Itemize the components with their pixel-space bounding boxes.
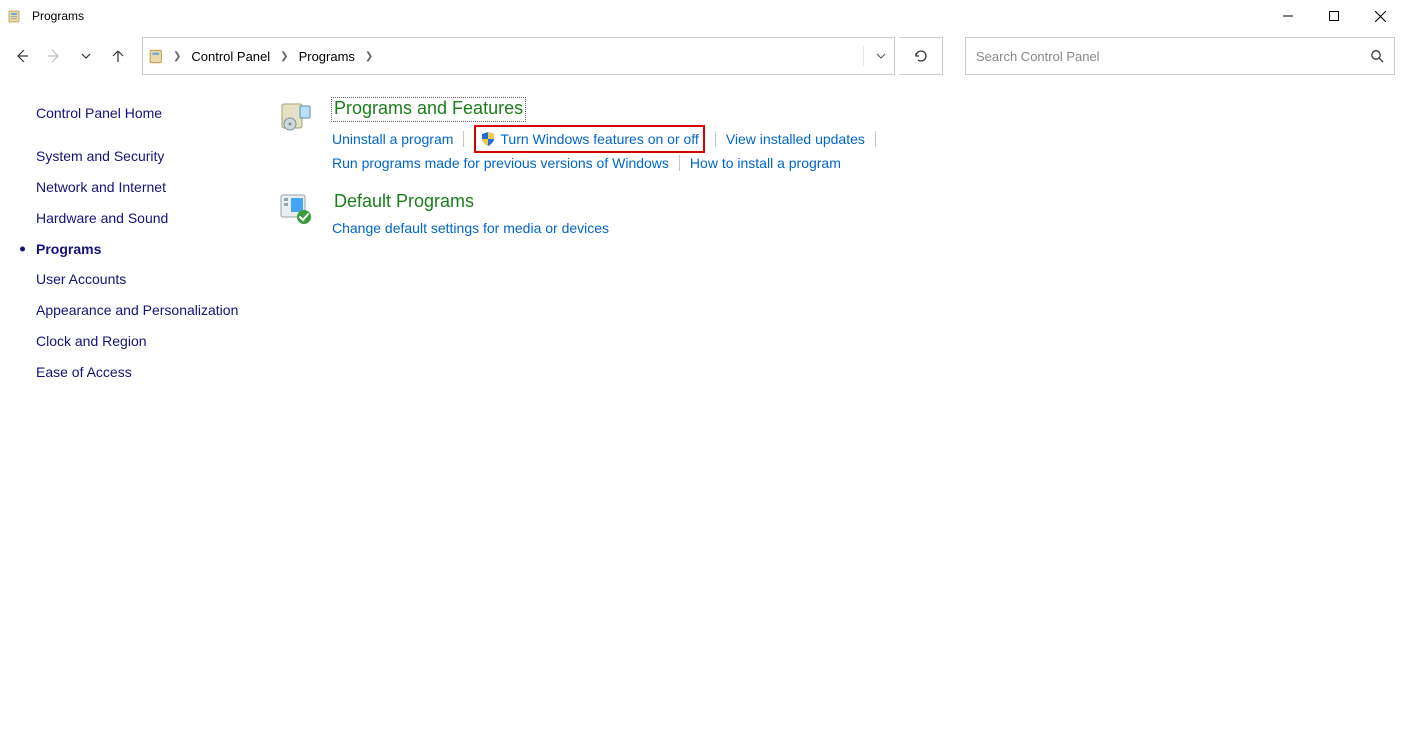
link-change-default-settings[interactable]: Change default settings for media or dev… <box>332 218 609 238</box>
separator <box>463 131 464 147</box>
close-button[interactable] <box>1357 0 1403 32</box>
separator <box>715 131 716 147</box>
refresh-button[interactable] <box>899 37 943 75</box>
link-turn-windows-features[interactable]: Turn Windows features on or off <box>500 129 698 149</box>
breadcrumb: ❯ Control Panel ❯ Programs ❯ <box>149 47 375 66</box>
highlight-turn-features: Turn Windows features on or off <box>474 125 704 153</box>
sidebar-item-clock-region[interactable]: Clock and Region <box>36 326 252 357</box>
search-icon[interactable] <box>1370 49 1384 63</box>
programs-features-icon <box>278 98 314 134</box>
main-content: Programs and Features Uninstall a progra… <box>260 98 1403 388</box>
chevron-right-icon[interactable]: ❯ <box>278 51 290 62</box>
minimize-button[interactable] <box>1265 0 1311 32</box>
sidebar-item-programs[interactable]: Programs <box>36 234 252 265</box>
address-bar[interactable]: ❯ Control Panel ❯ Programs ❯ <box>142 37 895 75</box>
search-box[interactable] <box>965 37 1395 75</box>
search-input[interactable] <box>976 49 1384 64</box>
heading-default-programs[interactable]: Default Programs <box>332 191 476 214</box>
window-controls <box>1265 0 1403 32</box>
heading-programs-features[interactable]: Programs and Features <box>332 98 525 121</box>
recent-locations-button[interactable] <box>72 42 100 70</box>
chevron-right-icon[interactable]: ❯ <box>171 51 183 62</box>
sidebar-item-appearance-personalization[interactable]: Appearance and Personalization <box>36 295 252 326</box>
link-how-to-install[interactable]: How to install a program <box>690 153 841 173</box>
maximize-button[interactable] <box>1311 0 1357 32</box>
separator <box>875 131 876 147</box>
body: Control Panel Home System and Security N… <box>0 80 1403 388</box>
section-programs-features: Programs and Features Uninstall a progra… <box>278 98 1383 173</box>
forward-button[interactable] <box>40 42 68 70</box>
link-uninstall-program[interactable]: Uninstall a program <box>332 129 453 149</box>
section-default-programs: Default Programs Change default settings… <box>278 191 1383 238</box>
link-view-installed-updates[interactable]: View installed updates <box>726 129 865 149</box>
default-programs-icon <box>278 191 314 227</box>
sidebar-item-system-security[interactable]: System and Security <box>36 141 252 172</box>
title-bar: Programs <box>0 0 1403 32</box>
link-run-previous-versions[interactable]: Run programs made for previous versions … <box>332 153 669 173</box>
sidebar-item-hardware-sound[interactable]: Hardware and Sound <box>36 203 252 234</box>
back-button[interactable] <box>8 42 36 70</box>
up-button[interactable] <box>104 42 132 70</box>
sidebar-home[interactable]: Control Panel Home <box>36 98 252 129</box>
breadcrumb-control-panel[interactable]: Control Panel <box>187 47 274 66</box>
address-dropdown-icon[interactable] <box>863 46 886 66</box>
shield-icon <box>480 131 496 147</box>
separator <box>679 155 680 171</box>
nav-row: ❯ Control Panel ❯ Programs ❯ <box>0 32 1403 80</box>
sidebar: Control Panel Home System and Security N… <box>0 98 260 388</box>
breadcrumb-programs[interactable]: Programs <box>295 47 359 66</box>
sidebar-item-ease-of-access[interactable]: Ease of Access <box>36 357 252 388</box>
sidebar-item-user-accounts[interactable]: User Accounts <box>36 264 252 295</box>
chevron-right-icon[interactable]: ❯ <box>363 51 375 62</box>
window-title: Programs <box>32 9 84 23</box>
sidebar-item-network-internet[interactable]: Network and Internet <box>36 172 252 203</box>
control-panel-icon <box>8 8 24 24</box>
control-panel-icon <box>149 47 167 65</box>
